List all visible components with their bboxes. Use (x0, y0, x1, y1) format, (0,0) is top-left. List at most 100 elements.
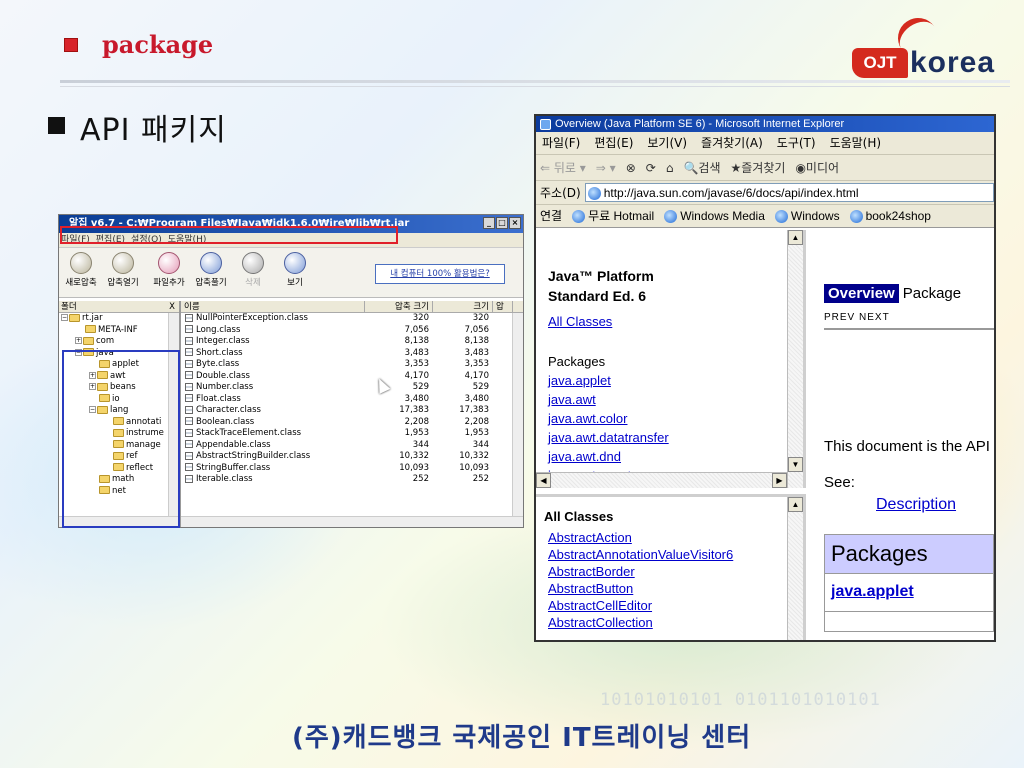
expand-toggle-icon[interactable]: − (61, 314, 68, 321)
menu-file[interactable]: 파일(F) (61, 233, 90, 247)
scroll-left-icon[interactable]: ◀ (536, 473, 551, 488)
open-archive-button[interactable]: 압축열기 (103, 252, 143, 288)
expand-toggle-icon[interactable]: + (89, 371, 96, 379)
file-row[interactable]: Short.class 3,483 3,483 (181, 348, 523, 360)
class-link[interactable]: AbstractCellEditor (548, 597, 733, 614)
package-link[interactable]: java.awt.datatransfer (548, 428, 669, 447)
tree-item[interactable]: − rt.jar (59, 313, 179, 325)
promo-link[interactable]: 내 컴퓨터 100% 활용법은? (375, 264, 505, 284)
minimize-icon[interactable]: _ (483, 217, 495, 229)
close-icon[interactable]: × (509, 217, 521, 229)
class-link[interactable]: AbstractButton (548, 580, 733, 597)
file-row[interactable]: Number.class 529 529 (181, 382, 523, 394)
tree-item[interactable]: + awt (59, 371, 179, 383)
home-icon[interactable]: ⌂ (666, 155, 674, 180)
tree-item[interactable]: annotati (59, 417, 179, 429)
new-archive-button[interactable]: 새로압축 (61, 252, 101, 288)
ie-menu-help[interactable]: 도움말(H) (830, 132, 882, 154)
tree-item[interactable]: reflect (59, 463, 179, 475)
extract-button[interactable]: 압축풀기 (191, 252, 231, 288)
tree-item[interactable]: − lang (59, 405, 179, 417)
tree-item[interactable]: META-INF (59, 325, 179, 337)
link-hotmail[interactable]: 무료 Hotmail (572, 205, 654, 227)
tree-item[interactable]: + beans (59, 382, 179, 394)
packages-frame-hscrollbar[interactable]: ◀ ▶ (536, 472, 787, 488)
tree-item[interactable]: + com (59, 336, 179, 348)
file-row[interactable]: AbstractStringBuilder.class 10,332 10,332 (181, 451, 523, 463)
close-tree-icon[interactable]: X (169, 301, 175, 313)
file-row[interactable]: Float.class 3,480 3,480 (181, 394, 523, 406)
ie-menu-edit[interactable]: 편집(E) (594, 132, 633, 154)
scroll-up-icon[interactable]: ▲ (788, 230, 803, 245)
tree-item[interactable]: − java (59, 348, 179, 360)
classes-frame-scrollbar[interactable]: ▲ (787, 497, 803, 640)
all-classes-link[interactable]: All Classes (548, 312, 612, 331)
prev-next-links[interactable]: PREV NEXT (824, 312, 890, 323)
tree-item[interactable]: instrume (59, 428, 179, 440)
file-list-horizontal-scrollbar[interactable] (181, 516, 523, 527)
packages-table-first-link[interactable]: java.applet (824, 574, 994, 612)
column-ratio[interactable]: 압 (493, 301, 513, 312)
ie-menu-file[interactable]: 파일(F) (542, 132, 580, 154)
file-row[interactable]: StringBuffer.class 10,093 10,093 (181, 463, 523, 475)
file-row[interactable]: Iterable.class 252 252 (181, 474, 523, 486)
forward-button[interactable]: ⇒ ▾ (596, 155, 616, 180)
package-link[interactable]: java.applet (548, 371, 669, 390)
file-row[interactable]: NullPointerException.class 320 320 (181, 313, 523, 325)
package-link[interactable]: java.awt.color (548, 409, 669, 428)
scroll-up-icon[interactable]: ▲ (788, 497, 803, 512)
class-link[interactable]: AbstractCollection (548, 614, 733, 631)
link-windows-media[interactable]: Windows Media (664, 205, 765, 227)
refresh-icon[interactable]: ⟳ (646, 155, 656, 180)
expand-toggle-icon[interactable]: − (75, 348, 82, 356)
expand-toggle-icon[interactable]: + (75, 337, 82, 344)
tree-item[interactable]: io (59, 394, 179, 406)
package-tab[interactable]: Package (899, 285, 965, 302)
class-link[interactable]: AbstractBorder (548, 563, 733, 580)
package-link[interactable]: java.awt.dnd (548, 447, 669, 466)
class-link[interactable]: AbstractAction (548, 529, 733, 546)
ie-menu-favorites[interactable]: 즐겨찾기(A) (701, 132, 763, 154)
favorites-button[interactable]: ★즐겨찾기 (731, 155, 786, 180)
file-list-vertical-scrollbar[interactable] (512, 313, 523, 516)
address-input[interactable]: http://java.sun.com/javase/6/docs/api/in… (584, 183, 994, 202)
scroll-right-icon[interactable]: ▶ (772, 473, 787, 488)
view-button[interactable]: 보기 (275, 252, 315, 288)
menu-edit[interactable]: 편집(E) (96, 233, 125, 247)
add-file-button[interactable]: 파일추가 (149, 252, 189, 288)
file-row[interactable]: StackTraceElement.class 1,953 1,953 (181, 428, 523, 440)
tree-horizontal-scrollbar[interactable] (59, 516, 179, 527)
search-button[interactable]: 🔍검색 (683, 155, 720, 180)
scroll-down-icon[interactable]: ▼ (788, 457, 803, 472)
description-link[interactable]: Description (876, 496, 956, 514)
file-row[interactable]: Long.class 7,056 7,056 (181, 325, 523, 337)
expand-toggle-icon[interactable]: + (89, 383, 96, 390)
file-row[interactable]: Byte.class 3,353 3,353 (181, 359, 523, 371)
back-button[interactable]: ⇐ 뒤로 ▾ (540, 155, 586, 180)
class-link[interactable]: AbstractAnnotationValueVisitor6 (548, 546, 733, 563)
tree-vertical-scrollbar[interactable] (168, 313, 179, 516)
package-link[interactable]: java.awt (548, 390, 669, 409)
media-button[interactable]: ◉미디어 (795, 155, 839, 180)
ie-menu-tools[interactable]: 도구(T) (777, 132, 816, 154)
expand-toggle-icon[interactable]: − (89, 406, 96, 413)
tree-item[interactable]: manage (59, 440, 179, 452)
file-row[interactable]: Character.class 17,383 17,383 (181, 405, 523, 417)
column-name[interactable]: 이름 (181, 301, 365, 312)
column-size[interactable]: 크기 (433, 301, 493, 312)
link-book24shop[interactable]: book24shop (849, 205, 931, 227)
tree-item[interactable]: math (59, 474, 179, 486)
maximize-icon[interactable]: □ (496, 217, 508, 229)
tree-item[interactable]: applet (59, 359, 179, 371)
delete-button[interactable]: 삭제 (233, 252, 273, 288)
file-row[interactable]: Integer.class 8,138 8,138 (181, 336, 523, 348)
menu-settings[interactable]: 설정(O) (131, 233, 162, 247)
stop-icon[interactable]: ⊗ (626, 155, 636, 180)
file-row[interactable]: Appendable.class 344 344 (181, 440, 523, 452)
tree-item[interactable]: ref (59, 451, 179, 463)
overview-tab[interactable]: Overview (824, 283, 899, 303)
tree-item[interactable]: net (59, 486, 179, 498)
menu-help[interactable]: 도움말(H) (168, 233, 207, 247)
link-windows[interactable]: Windows (774, 205, 840, 227)
packages-frame-scrollbar[interactable]: ▲ ▼ (787, 230, 803, 488)
